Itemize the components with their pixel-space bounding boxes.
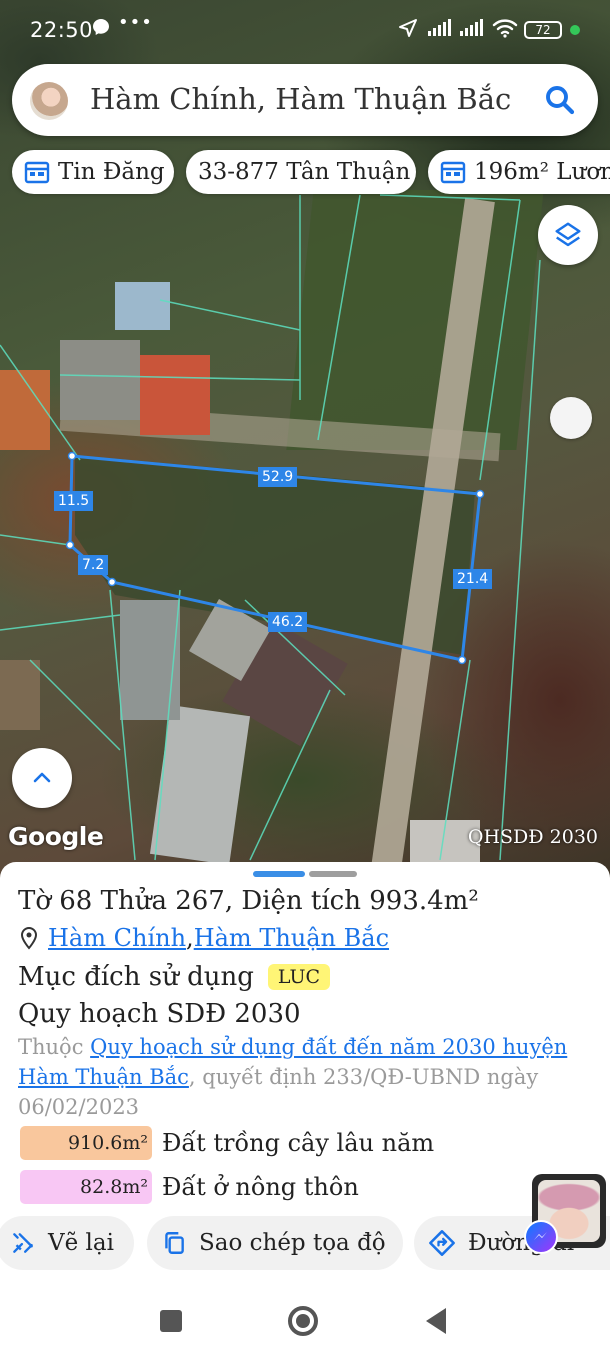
status-bar: 22:50 ••• 72: [0, 0, 610, 58]
area-value: 82.8m²: [20, 1170, 152, 1204]
measurement-label: 46.2: [268, 612, 308, 632]
expand-sheet-button[interactable]: [12, 748, 72, 808]
measurement-label: 52.9: [258, 467, 298, 487]
cadastral-boundaries: [0, 194, 541, 861]
area-value: 910.6m²: [20, 1126, 152, 1160]
plan-title: Quy hoạch SDĐ 2030: [18, 999, 301, 1029]
sheet-handle[interactable]: [309, 871, 357, 877]
parcel-vertex: [107, 577, 117, 587]
sheet-handle-active[interactable]: [253, 871, 305, 877]
chip-phone[interactable]: 33-877 Tân Thuận: [186, 150, 416, 194]
compass-button[interactable]: [550, 397, 592, 439]
chip-listing[interactable]: 196m² Lươn: [428, 150, 610, 194]
planning-layer-label: QHSDĐ 2030: [467, 826, 598, 848]
layers-icon: [555, 222, 581, 247]
parcel-vertex: [65, 540, 75, 550]
search-input[interactable]: Hàm Chính, Hàm Thuận Bắc: [90, 82, 511, 116]
signal-icon: [458, 18, 486, 43]
calendar-icon: [24, 161, 50, 184]
parcel-vertex: [67, 451, 77, 461]
purpose-label: Mục đích sử dụng: [18, 962, 254, 992]
parcel-location: Hàm Chính, Hàm Thuận Bắc: [18, 924, 389, 952]
parcel-title: Tờ 68 Thửa 267, Diện tích 993.4m²: [18, 886, 479, 916]
parcel-info-sheet: Tờ 68 Thửa 267, Diện tích 993.4m² Hàm Ch…: [0, 862, 610, 1356]
back-button[interactable]: [426, 1308, 446, 1334]
more-dots-icon: •••: [118, 12, 153, 33]
messenger-icon: [524, 1220, 558, 1254]
commune-link[interactable]: Hàm Chính: [48, 924, 186, 952]
system-nav-bar: [0, 1286, 610, 1356]
chip-label: 196m² Lươn: [474, 159, 610, 185]
purpose-code-badge: LUC: [267, 964, 330, 990]
plan-description: Thuộc Quy hoạch sử dụng đất đến năm 2030…: [18, 1032, 598, 1122]
district-link[interactable]: Hàm Thuận Bắc: [194, 924, 389, 952]
plan-prefix: Thuộc: [18, 1035, 91, 1059]
measurement-label: 21.4: [453, 569, 493, 589]
copy-coordinates-button[interactable]: Sao chép tọa độ: [147, 1216, 403, 1270]
redraw-icon: [13, 1233, 33, 1253]
land-purpose-row: Mục đích sử dụng LUC: [18, 962, 330, 992]
signal-icon: [426, 18, 454, 43]
area-row: 82.8m² Đất ở nông thôn: [20, 1170, 359, 1204]
measurement-label: 7.2: [78, 555, 109, 575]
avatar[interactable]: [30, 82, 68, 120]
search-icon[interactable]: [542, 82, 578, 118]
wifi-icon: [492, 18, 518, 43]
directions-icon: [429, 1230, 455, 1256]
area-row: 910.6m² Đất trồng cây lâu năm: [20, 1126, 434, 1160]
home-button[interactable]: [288, 1306, 318, 1336]
layers-button[interactable]: [538, 205, 598, 265]
recents-button[interactable]: [160, 1310, 182, 1332]
copy-icon: [165, 1232, 184, 1254]
location-arrow-icon: [398, 18, 418, 43]
chevron-up-icon: [33, 772, 51, 783]
privacy-dot: [570, 25, 580, 35]
parcel-vertex: [457, 655, 467, 665]
area-label: Đất trồng cây lâu năm: [162, 1129, 435, 1157]
redraw-label: Vẽ lại: [48, 1230, 114, 1256]
chip-tin-dang[interactable]: Tin Đăng: [12, 150, 174, 194]
clock: 22:50: [30, 18, 94, 42]
copy-coordinates-label: Sao chép tọa độ: [199, 1230, 386, 1256]
search-bar[interactable]: Hàm Chính, Hàm Thuận Bắc: [12, 64, 598, 136]
parcel-vertex: [475, 489, 485, 499]
battery-icon: 72: [524, 21, 562, 39]
chip-label: 33-877 Tân Thuận: [198, 159, 411, 185]
satellite-map[interactable]: 52.9 11.5 7.2 21.4 46.2 22:50 ••• 72 Hàm…: [0, 0, 610, 880]
redraw-button[interactable]: Vẽ lại: [0, 1216, 134, 1270]
area-label: Đất ở nông thôn: [162, 1173, 359, 1201]
location-separator: ,: [186, 924, 194, 952]
messenger-icon: [92, 18, 110, 41]
google-logo: Google: [8, 822, 104, 851]
location-pin-icon: [20, 926, 38, 950]
chip-label: Tin Đăng: [58, 159, 165, 185]
measurement-label: 11.5: [54, 491, 94, 511]
calendar-icon: [440, 161, 466, 184]
